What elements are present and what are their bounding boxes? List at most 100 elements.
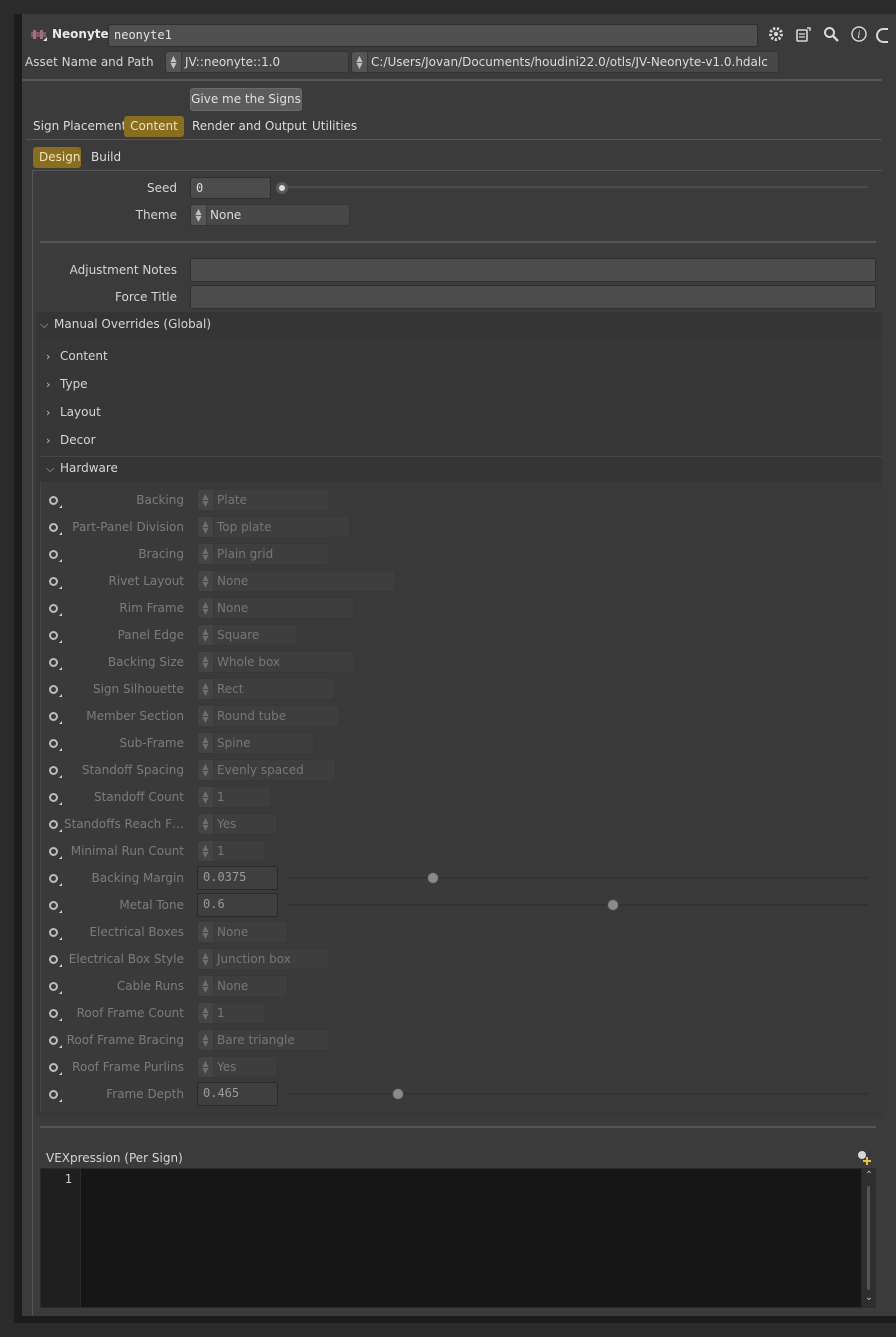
chevron-updown-icon: ▲ ▼ <box>198 544 214 564</box>
param-label: Standoffs Reach F… <box>63 817 184 831</box>
chevron-updown-icon: ▲ ▼ <box>166 52 182 72</box>
divider <box>40 1126 876 1128</box>
param-label: Metal Tone <box>119 898 184 912</box>
asset-icon[interactable] <box>793 25 813 45</box>
chevron-updown-icon: ▲ ▼ <box>198 679 214 699</box>
chevron-right-icon: › <box>46 434 51 447</box>
param-menu[interactable]: ▲ ▼ Rect <box>197 678 335 700</box>
subtab-bar-underline <box>32 170 882 171</box>
param-menu[interactable]: ▲ ▼ None <box>197 921 288 943</box>
tab-sign-placement[interactable]: Sign Placement <box>27 116 132 137</box>
param-menu[interactable]: ▲ ▼ Evenly spaced <box>197 759 336 781</box>
chevron-updown-icon: ▲ ▼ <box>198 706 214 726</box>
info-icon[interactable]: i <box>849 25 869 45</box>
hardware-folder-title[interactable]: ⌵ Hardware <box>46 461 118 476</box>
node-name-field[interactable]: neonyte1 <box>108 24 758 47</box>
param-menu[interactable]: ▲ ▼ Bare triangle <box>197 1029 329 1051</box>
chevron-updown-icon: ▲ ▼ <box>198 841 214 861</box>
overrides-folder-title[interactable]: ⌵ Manual Overrides (Global) <box>40 317 211 332</box>
param-menu[interactable]: ▲ ▼ Plate <box>197 489 329 511</box>
chevron-right-icon: › <box>46 406 51 419</box>
tab-utilities[interactable]: Utilities <box>306 116 363 137</box>
panel-left-border <box>14 14 22 1323</box>
theme-menu[interactable]: ▲ ▼ None <box>190 204 350 226</box>
force-title-field[interactable] <box>190 285 876 309</box>
param-label: Panel Edge <box>117 628 184 642</box>
vex-line-number: 1 <box>64 1172 72 1186</box>
param-menu[interactable]: ▲ ▼ Yes <box>197 1056 277 1078</box>
param-menu[interactable]: ▲ ▼ 1 <box>197 786 271 808</box>
param-menu[interactable]: ▲ ▼ Whole box <box>197 651 355 673</box>
param-menu[interactable]: ▲ ▼ Square <box>197 624 297 646</box>
tab-content[interactable]: Content <box>124 116 184 137</box>
asset-path-menu[interactable]: ▲ ▼ C:/Users/Jovan/Documents/houdini22.0/… <box>351 51 779 73</box>
param-menu[interactable]: ▲ ▼ Spine <box>197 732 314 754</box>
scroll-down-icon[interactable]: ⌄ <box>862 1292 876 1304</box>
node-type-icon <box>30 27 48 43</box>
folder-type[interactable]: › Type <box>46 377 88 391</box>
chevron-updown-icon: ▲ ▼ <box>198 814 214 834</box>
param-label: Bracing <box>138 547 184 561</box>
param-menu[interactable]: ▲ ▼ 1 <box>197 840 265 862</box>
vex-editor[interactable] <box>40 1168 862 1308</box>
param-float-field[interactable]: 0.6 <box>197 893 278 917</box>
chevron-updown-icon: ▲ ▼ <box>198 949 214 969</box>
scroll-thumb[interactable] <box>867 1186 870 1290</box>
param-menu[interactable]: ▲ ▼ Top plate <box>197 516 350 538</box>
subtab-design[interactable]: Design <box>33 147 81 168</box>
param-menu[interactable]: ▲ ▼ Yes <box>197 813 277 835</box>
param-label: Sub-Frame <box>119 736 184 750</box>
param-slider-knob[interactable] <box>427 872 439 884</box>
param-slider-knob[interactable] <box>606 899 619 911</box>
param-label: Part-Panel Division <box>72 520 184 534</box>
param-menu[interactable]: ▲ ▼ None <box>197 597 354 619</box>
param-menu[interactable]: ▲ ▼ Plain grid <box>197 543 329 565</box>
chevron-updown-icon: ▲ ▼ <box>198 652 214 672</box>
seed-slider-knob[interactable] <box>276 182 288 194</box>
scroll-up-icon[interactable]: ⌃ <box>862 1170 876 1182</box>
give-signs-button[interactable]: Give me the Signs <box>190 88 302 111</box>
param-menu[interactable]: ▲ ▼ None <box>197 570 396 592</box>
hardware-folder-header[interactable] <box>40 456 882 482</box>
folder-decor[interactable]: › Decor <box>46 433 96 447</box>
param-label: Cable Runs <box>116 979 184 993</box>
tab-render-output[interactable]: Render and Output <box>186 116 313 137</box>
chevron-down-icon: ⌵ <box>46 462 55 475</box>
chevron-updown-icon: ▲ ▼ <box>198 733 214 753</box>
chevron-updown-icon: ▲ ▼ <box>198 598 214 618</box>
param-slider-track[interactable] <box>288 904 868 906</box>
folder-layout[interactable]: › Layout <box>46 405 101 419</box>
chevron-updown-icon: ▲ ▼ <box>198 571 214 591</box>
param-menu[interactable]: ▲ ▼ None <box>197 975 288 997</box>
param-float-field[interactable]: 0.0375 <box>197 866 278 890</box>
chevron-updown-icon: ▲ ▼ <box>198 1030 214 1050</box>
param-slider-track[interactable] <box>288 877 868 879</box>
help-icon-partial[interactable] <box>876 28 888 43</box>
param-label: Backing Size <box>107 655 184 669</box>
theme-label: Theme <box>135 208 177 222</box>
search-icon[interactable] <box>821 25 841 45</box>
param-label: Standoff Count <box>94 790 184 804</box>
folder-content[interactable]: › Content <box>46 349 108 363</box>
add-snippet-icon[interactable] <box>854 1148 874 1168</box>
adjustment-notes-field[interactable] <box>190 258 876 282</box>
seed-field[interactable]: 0 <box>190 177 271 199</box>
gear-icon[interactable] <box>766 25 786 45</box>
param-menu[interactable]: ▲ ▼ Round tube <box>197 705 340 727</box>
param-menu[interactable]: ▲ ▼ 1 <box>197 1002 265 1024</box>
tab-bar-underline <box>26 139 882 140</box>
param-float-field[interactable]: 0.465 <box>197 1082 278 1106</box>
chevron-down-icon: ⌵ <box>40 318 49 331</box>
param-label: Electrical Box Style <box>68 952 184 966</box>
chevron-right-icon: › <box>46 378 51 391</box>
seed-slider-track[interactable] <box>283 186 868 188</box>
asset-name-menu[interactable]: ▲ ▼ JV::neonyte::1.0 <box>165 51 349 73</box>
param-slider-track[interactable] <box>288 1093 868 1095</box>
chevron-updown-icon: ▲ ▼ <box>191 205 207 225</box>
force-title-label: Force Title <box>115 290 177 304</box>
subtab-build[interactable]: Build <box>85 147 127 168</box>
param-menu[interactable]: ▲ ▼ Junction box <box>197 948 329 970</box>
vex-label: VEXpression (Per Sign) <box>46 1151 183 1165</box>
chevron-updown-icon: ▲ ▼ <box>198 922 214 942</box>
divider <box>40 241 876 243</box>
